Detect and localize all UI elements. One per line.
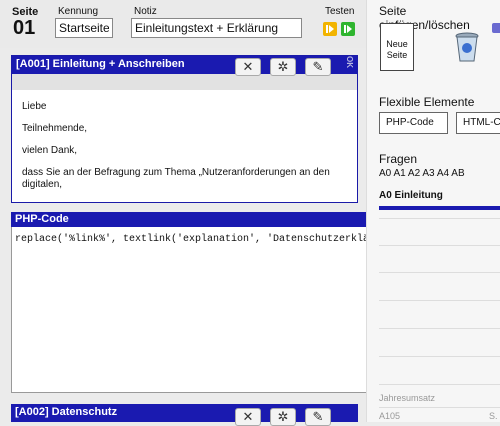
settings-button[interactable]: ✲ xyxy=(270,408,296,426)
fragen-codes[interactable]: A0 A1 A2 A3 A4 AB xyxy=(379,168,465,179)
block-toolbar-strip xyxy=(12,74,357,90)
new-page-button[interactable]: Neue Seite xyxy=(380,23,414,71)
close-icon: ✕ xyxy=(242,59,254,74)
notiz-field[interactable] xyxy=(131,18,302,38)
divider xyxy=(379,407,500,408)
edit-icon: ✎ xyxy=(312,59,324,74)
test-yellow-button[interactable] xyxy=(323,22,337,36)
text-line: Teilnehmende, xyxy=(22,123,88,134)
divider xyxy=(379,356,500,357)
edit-button[interactable]: ✎ xyxy=(305,408,331,426)
flex-elements-title: Flexible Elemente xyxy=(379,95,475,109)
divider xyxy=(379,300,500,301)
question-item-faded[interactable]: Jahresumsatz xyxy=(379,393,435,403)
html-code-element-button[interactable]: HTML-C xyxy=(456,112,500,134)
block-a001-tools: ✕ ✲ ✎ xyxy=(235,58,335,76)
divider xyxy=(379,384,500,385)
question-code-faded-s: S. xyxy=(489,411,498,421)
trash-icon[interactable] xyxy=(454,30,480,64)
ok-label: OK xyxy=(345,56,354,68)
edit-button[interactable]: ✎ xyxy=(305,58,331,76)
close-button[interactable]: ✕ xyxy=(235,408,261,426)
new-page-label: Neue Seite xyxy=(386,39,408,60)
section-bar xyxy=(379,206,500,210)
block-a001-title: [A001] Einleitung + Anschreiben xyxy=(16,58,185,70)
text-line: Liebe xyxy=(22,101,47,112)
php-code-element-button[interactable]: PHP-Code xyxy=(379,112,448,134)
kennung-label: Kennung xyxy=(58,6,99,17)
divider xyxy=(379,328,500,329)
testen-label: Testen xyxy=(325,6,355,17)
divider xyxy=(379,218,500,219)
close-button[interactable]: ✕ xyxy=(235,58,261,76)
play-yellow-icon xyxy=(326,25,334,33)
block-a002-tools: ✕ ✲ ✎ xyxy=(235,408,335,426)
page-header: Seite 01 Kennung Notiz Testen xyxy=(0,0,366,48)
settings-button[interactable]: ✲ xyxy=(270,58,296,76)
html-code-element-label: HTML-C xyxy=(463,117,500,128)
php-code-title: PHP-Code xyxy=(15,213,69,225)
sidebar-edge-button[interactable] xyxy=(492,23,500,33)
php-code-element-label: PHP-Code xyxy=(386,117,434,128)
test-green-button[interactable] xyxy=(341,22,355,36)
block-a001-text: Liebe Teilnehmende, vielen Dank, dass Si… xyxy=(12,90,357,191)
block-a002-title: [A002] Datenschutz xyxy=(15,406,118,418)
text-line: dass Sie an der Befragung zum Thema „Nut… xyxy=(22,167,330,190)
block-a001: [A001] Einleitung + Anschreiben OK Liebe… xyxy=(11,55,358,203)
text-line: vielen Dank, xyxy=(22,145,78,156)
kennung-field[interactable] xyxy=(55,18,113,38)
sidebar: Seite einfügen/löschen Neue Seite Flexib… xyxy=(366,0,500,422)
question-code-faded: A105 xyxy=(379,411,401,421)
gear-icon: ✲ xyxy=(277,59,289,74)
seite-number: 01 xyxy=(13,17,36,39)
play-green-icon xyxy=(344,25,352,33)
divider xyxy=(379,272,500,273)
fragen-title: Fragen xyxy=(379,152,418,166)
divider xyxy=(379,245,500,246)
notiz-label: Notiz xyxy=(134,6,157,17)
section-a0-title: A0 Einleitung xyxy=(379,190,443,201)
